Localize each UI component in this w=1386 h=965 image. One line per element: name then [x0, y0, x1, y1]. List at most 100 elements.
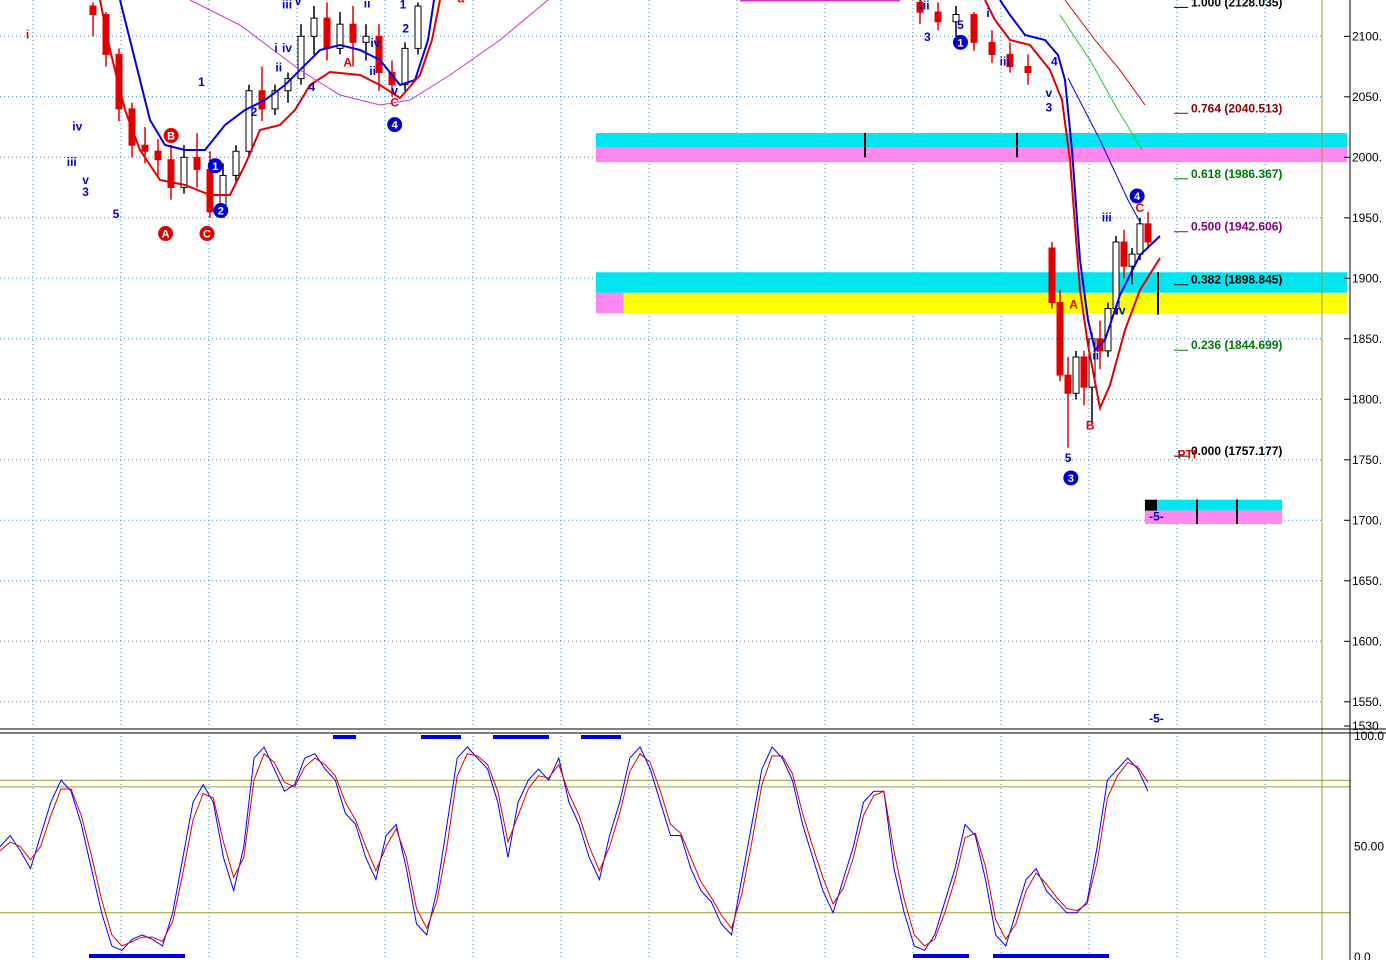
trend-channel-red	[1064, 0, 1146, 106]
price-tick-label: 1900.	[1352, 271, 1382, 285]
zone-1880-yellow	[623, 292, 1348, 314]
candle-body	[310, 17, 318, 37]
wave-label: 4	[309, 80, 316, 94]
candle-body	[988, 41, 996, 55]
upper-band-left	[119, 0, 435, 151]
wave-label: iv	[72, 120, 82, 134]
wave-label: PTI	[1177, 448, 1196, 462]
zone-2000-cyan	[595, 133, 1348, 148]
candle-body	[89, 5, 97, 16]
wave-label: 3	[1045, 100, 1052, 114]
candle-body	[1048, 247, 1056, 304]
wave-label: v	[295, 0, 302, 8]
stoch-d-line	[0, 752, 1149, 947]
zone-1700-magenta	[1144, 510, 1283, 524]
price-tick-label: 2000.	[1352, 150, 1382, 164]
price-tick-label: 1850.	[1352, 332, 1382, 346]
wave-label: C	[390, 95, 399, 109]
wave-label: A	[1069, 298, 1078, 312]
candle-body	[323, 17, 331, 49]
wave-label: ii	[275, 60, 282, 74]
price-tick-label: 2100.	[1352, 29, 1382, 43]
wave-label: ii	[1092, 348, 1099, 362]
wave-label: iii	[67, 155, 77, 169]
wave-label: ii	[369, 64, 376, 78]
candle-body	[1128, 253, 1136, 267]
candles-right	[916, 0, 1152, 448]
wave-circle-label: 1	[212, 161, 218, 173]
candle-body	[1024, 66, 1032, 74]
wave-label: iv	[1116, 304, 1126, 318]
wave-label: 5	[957, 18, 964, 32]
fib-level-label: 0.236 (1844.699)	[1191, 338, 1282, 352]
wave-label: 5	[113, 207, 120, 221]
price-panel: 1.000 (2128.035) 0.764 (2040.513) 0.618 (1…	[0, 0, 1348, 726]
wave-label: iii	[920, 0, 930, 13]
stoch-tick-label: 0.0	[1354, 950, 1371, 960]
candle-body	[970, 14, 978, 43]
fib-level-label: 0.618 (1986.367)	[1191, 167, 1282, 181]
price-tick-label: 1550.	[1352, 695, 1382, 709]
candle-body	[1064, 374, 1072, 394]
candle-body	[401, 47, 409, 86]
wave-circle-label: 4	[1134, 191, 1141, 203]
wave-label: -5-	[1149, 711, 1164, 725]
stoch-k-line	[0, 746, 1149, 952]
wave-label: B	[1086, 419, 1095, 433]
chart-window: 1.000 (2128.035) 0.764 (2040.513) 0.618 (1…	[0, 0, 1386, 964]
wave-label: 5	[1065, 451, 1072, 465]
price-tick-label: 1650.	[1352, 574, 1382, 588]
candle-body	[245, 90, 253, 152]
fib-level-label: 0.000 (1757.177)	[1191, 444, 1282, 458]
wave-label: i	[26, 28, 29, 42]
wave-circle-label: 2	[218, 206, 224, 218]
wave-label: iii	[1000, 54, 1010, 68]
mid-band-left	[189, 0, 549, 106]
price-tick-label: 1800.	[1352, 392, 1382, 406]
wave-label: ii	[364, 0, 371, 10]
fib-level-label: 0.382 (1898.845)	[1191, 273, 1282, 287]
wave-label: 3	[82, 185, 89, 199]
price-tick-label: 2050.	[1352, 90, 1382, 104]
price-tick-label: 1750.	[1352, 453, 1382, 467]
wave-circle-label: 4	[392, 120, 399, 132]
fib-level-label: 1.000 (2128.035)	[1191, 0, 1282, 9]
zone-1710-cyan	[1144, 499, 1283, 511]
candle-body	[362, 35, 370, 43]
candle-body	[141, 144, 149, 152]
fib-level-label: 0.500 (1942.606)	[1191, 220, 1282, 234]
zone-block	[1145, 499, 1157, 511]
wave-label: 2	[251, 105, 258, 119]
wave-label: 3	[924, 30, 931, 44]
wave-label: iii	[1102, 210, 1112, 224]
wave-label: 4	[1051, 54, 1058, 68]
wave-circle-label: C	[203, 229, 211, 241]
candle-body	[206, 168, 214, 213]
zone-1880-magenta	[595, 292, 624, 314]
stoch-tick-label: 50.00	[1354, 840, 1384, 854]
candle-body	[180, 156, 188, 189]
wave-label: a	[458, 0, 465, 5]
chart-canvas[interactable]: 1.000 (2128.035) 0.764 (2040.513) 0.618 (1…	[0, 0, 1386, 964]
candle-body	[193, 156, 201, 170]
price-tick-label: 1950.	[1352, 211, 1382, 225]
wave-label: iv	[282, 41, 292, 55]
price-tick-label: 1530	[1352, 719, 1379, 733]
wave-circle-label: 3	[1068, 473, 1074, 485]
candle-body	[1072, 356, 1080, 394]
candle-body	[349, 23, 357, 43]
candle-body	[934, 11, 942, 23]
wave-circle-label: B	[167, 131, 175, 143]
candle-body	[1144, 223, 1152, 243]
wave-label: i	[986, 6, 989, 20]
price-tick-label: 1700.	[1352, 513, 1382, 527]
price-tick-label: 1600.	[1352, 634, 1382, 648]
candle-body	[1120, 241, 1128, 267]
candle-body	[1056, 302, 1064, 376]
trend-channel-green	[1059, 14, 1143, 151]
wave-label: iv	[370, 36, 380, 50]
candle-body	[154, 150, 162, 161]
candle-body	[1136, 223, 1144, 255]
wave-label: -5-	[1149, 509, 1164, 523]
wave-label: 2	[402, 22, 409, 36]
